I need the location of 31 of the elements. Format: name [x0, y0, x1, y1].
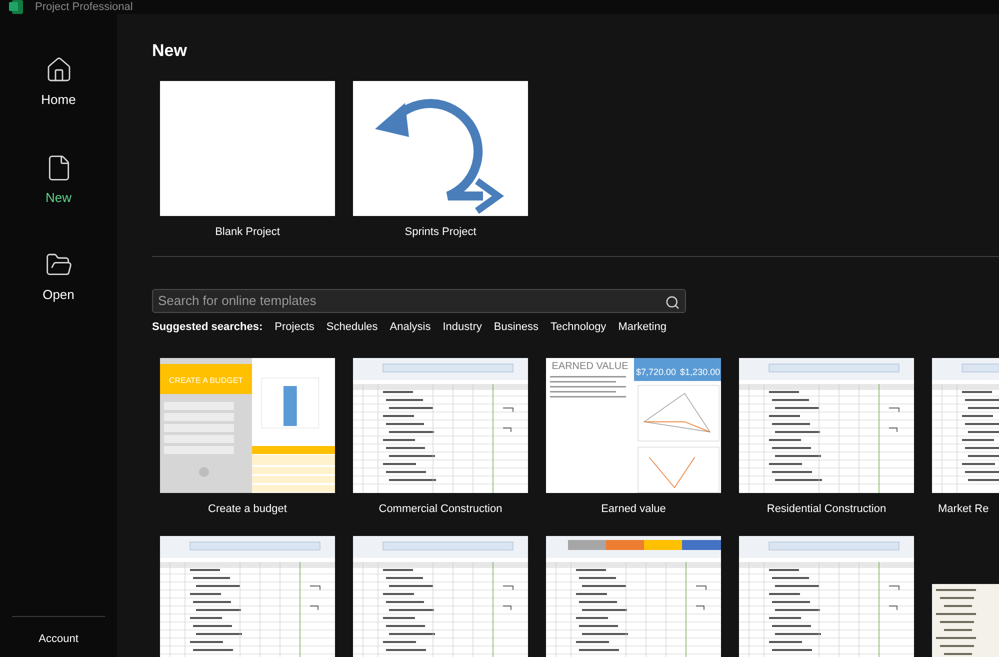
page-heading: New — [152, 42, 187, 59]
suggested-search-link[interactable]: Technology — [550, 318, 606, 335]
suggested-search-link[interactable]: Marketing — [618, 318, 666, 335]
suggested-search-link[interactable]: Industry — [442, 318, 482, 335]
template-tile[interactable]: CREATE A BUDGET Create a budget — [160, 358, 335, 518]
template-tile[interactable] — [932, 584, 999, 657]
template-tile[interactable]: EARNED VALUE $7,720.00 $1,230.00 Earned value — [546, 358, 721, 518]
template-tile[interactable] — [546, 536, 721, 657]
suggested-search-link[interactable]: Business — [494, 318, 539, 335]
search-icon — [665, 294, 680, 310]
account-link[interactable]: Account — [38, 630, 78, 647]
template-banner-title: CREATE A BUDGET — [168, 376, 244, 385]
suggested-searches-label: Suggested searches: — [152, 320, 263, 334]
window-title: Project Professional — [35, 2, 133, 12]
suggested-search-link[interactable]: Analysis — [390, 318, 431, 335]
suggested-search-link[interactable]: Projects — [274, 318, 314, 335]
figure-value: $7,720.00 — [636, 368, 676, 377]
nav-item[interactable]: Home — [0, 54, 117, 112]
template-tile[interactable] — [353, 536, 528, 657]
template-tile[interactable]: Commercial Construction — [353, 358, 528, 518]
nav-item[interactable]: New — [0, 152, 117, 209]
template-tile[interactable] — [160, 536, 335, 657]
search-field[interactable]: Search for online templates — [152, 288, 686, 312]
template-tile[interactable]: Market Re — [932, 358, 999, 518]
suggested-search-link[interactable]: Schedules — [326, 318, 378, 335]
template-tile[interactable]: Residential Construction — [739, 358, 914, 518]
template-banner-title: EARNED VALUE — [550, 362, 630, 372]
nav-item[interactable]: Open — [0, 249, 117, 306]
app-logo-icon — [9, 0, 23, 14]
figure-value: $1,230.00 — [680, 368, 720, 377]
template-tile[interactable] — [739, 536, 914, 657]
